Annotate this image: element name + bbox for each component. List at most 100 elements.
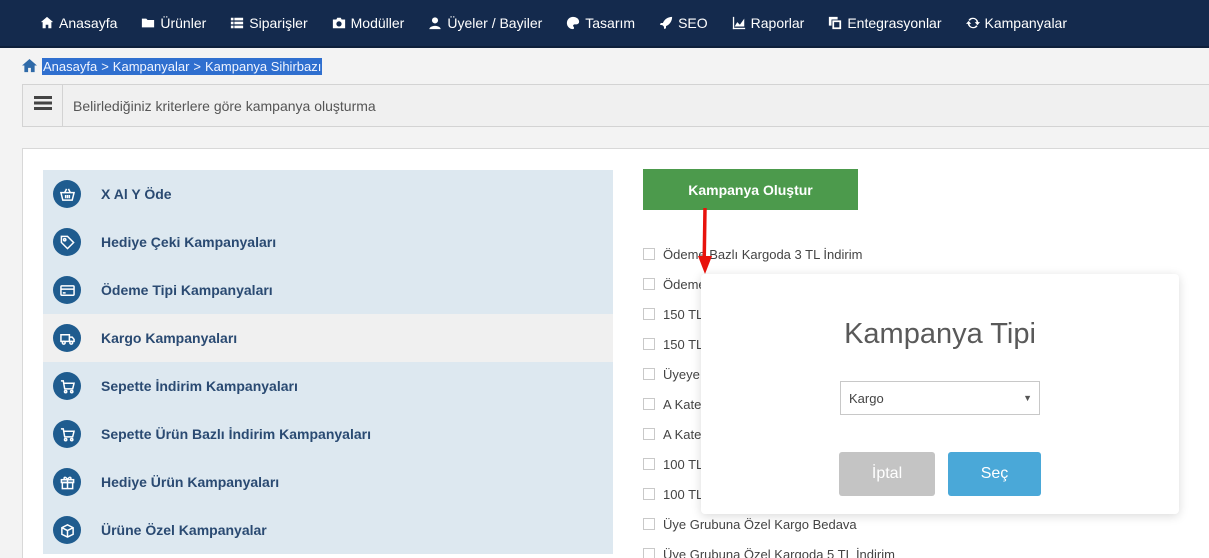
page-description: Belirlediğiniz kriterlere göre kampanya … [73,97,376,114]
nav-label: Anasayfa [59,15,118,31]
option-checkbox[interactable] [643,368,655,380]
campaign-type-select[interactable]: Kargo ▼ [840,381,1040,415]
nav-item-seo[interactable]: SEO [647,0,720,47]
folder-icon [141,16,155,30]
nav-item-kampanyalar[interactable]: Kampanyalar [954,0,1080,47]
nav-item-moduller[interactable]: Modüller [320,0,417,47]
basket-icon [53,180,81,208]
palette-icon [566,16,580,30]
campaign-type-sepette-urun-bazli[interactable]: Sepette Ürün Bazlı İndirim Kampanyaları [43,410,613,458]
campaign-option[interactable]: Üye Grubuna Özel Kargoda 5 TL İndirim [643,539,1203,558]
campaign-type-list: X Al Y Öde Hediye Çeki Kampanyaları Ödem… [43,170,613,554]
campaign-type-label: Hediye Çeki Kampanyaları [101,234,277,250]
credit-card-icon [53,276,81,304]
campaign-type-label: Ürüne Özel Kampanyalar [101,522,267,538]
box-icon [53,516,81,544]
nav-label: Üyeler / Bayiler [447,15,543,31]
refresh-icon [965,16,980,30]
option-label: Ödeme [663,276,706,292]
cancel-button[interactable]: İptal [839,452,935,496]
cart-icon [53,420,81,448]
nav-label: Tasarım [585,15,636,31]
chart-icon [732,16,746,30]
select-button[interactable]: Seç [948,452,1041,496]
nav-item-uyeler[interactable]: Üyeler / Bayiler [416,0,554,47]
breadcrumb-separator: > [190,57,204,75]
campaign-type-label: Sepette Ürün Bazlı İndirim Kampanyaları [101,426,371,442]
truck-icon [53,324,81,352]
select-value: Kargo [849,390,884,406]
breadcrumb: Anasayfa > Kampanyalar > Kampanya Sihirb… [22,57,323,75]
option-checkbox[interactable] [643,398,655,410]
campaign-type-label: X Al Y Öde [101,186,172,202]
option-label: Ödeme Bazlı Kargoda 3 TL İndirim [663,246,863,262]
caret-down-icon: ▼ [1023,393,1032,403]
option-checkbox[interactable] [643,488,655,500]
nav-item-entegrasyonlar[interactable]: Entegrasyonlar [816,0,953,47]
menu-toggle-button[interactable] [23,85,63,126]
list-icon [230,16,244,30]
option-checkbox[interactable] [643,548,655,558]
option-checkbox[interactable] [643,248,655,260]
create-campaign-button[interactable]: Kampanya Oluştur [643,169,858,210]
campaign-type-label: Ödeme Tipi Kampanyaları [101,282,273,298]
campaign-type-hediye-urun[interactable]: Hediye Ürün Kampanyaları [43,458,613,506]
option-label: A Kate [663,396,702,412]
option-label: 150 TL [663,336,704,352]
nav-item-raporlar[interactable]: Raporlar [720,0,817,47]
campaign-type-sepette-indirim[interactable]: Sepette İndirim Kampanyaları [43,362,613,410]
nav-label: Modüller [350,15,405,31]
nav-item-anasayfa[interactable]: Anasayfa [28,0,129,47]
campaign-type-label: Sepette İndirim Kampanyaları [101,378,298,394]
camera-icon [332,16,346,30]
campaign-type-x-al-y-ode[interactable]: X Al Y Öde [43,170,613,218]
breadcrumb-link-anasayfa[interactable]: Anasayfa [42,57,99,75]
campaign-type-label: Kargo Kampanyaları [101,330,238,346]
tag-icon [53,228,81,256]
modal-title: Kampanya Tipi [844,318,1036,350]
breadcrumb-link-kampanya-sihirbazi[interactable]: Kampanya Sihirbazı [204,57,323,75]
home-icon[interactable] [22,59,37,73]
home-icon [40,16,54,30]
option-checkbox[interactable] [643,518,655,530]
campaign-type-odeme-tipi[interactable]: Ödeme Tipi Kampanyaları [43,266,613,314]
option-label: 150 TL [663,306,704,322]
option-label: A Kate [663,426,702,442]
option-label: Üye Grubuna Özel Kargoda 5 TL İndirim [663,546,895,558]
option-checkbox[interactable] [643,278,655,290]
campaign-option[interactable]: Ödeme Bazlı Kargoda 3 TL İndirim [643,239,1203,269]
rocket-icon [659,16,673,30]
cart-icon [53,372,81,400]
breadcrumb-link-kampanyalar[interactable]: Kampanyalar [111,57,191,75]
breadcrumb-separator: > [98,57,112,75]
user-icon [428,16,442,30]
nav-item-tasarim[interactable]: Tasarım [554,0,647,47]
option-checkbox[interactable] [643,458,655,470]
option-label: Üyeye [663,366,700,382]
nav-label: Raporlar [750,15,805,31]
hamburger-icon [33,96,52,115]
top-navigation: Anasayfa Ürünler Siparişler Modüller Üye… [0,0,1209,48]
nav-item-siparisler[interactable]: Siparişler [218,0,319,47]
nav-label: Kampanyalar [984,15,1068,31]
option-checkbox[interactable] [643,428,655,440]
option-checkbox[interactable] [643,338,655,350]
campaign-type-kargo[interactable]: Kargo Kampanyaları [43,314,613,362]
campaign-type-label: Hediye Ürün Kampanyaları [101,474,280,490]
campaign-type-modal: Kampanya Tipi Kargo ▼ İptal Seç [701,274,1179,514]
campaign-type-urune-ozel[interactable]: Ürüne Özel Kampanyalar [43,506,613,554]
description-bar: Belirlediğiniz kriterlere göre kampanya … [22,84,1209,127]
nav-label: SEO [678,15,708,31]
nav-label: Ürünler [160,15,207,31]
option-label: Üye Grubuna Özel Kargo Bedava [663,516,857,532]
clone-icon [828,16,842,30]
option-checkbox[interactable] [643,308,655,320]
nav-label: Entegrasyonlar [847,15,942,31]
nav-item-urunler[interactable]: Ürünler [129,0,218,47]
campaign-type-hediye-ceki[interactable]: Hediye Çeki Kampanyaları [43,218,613,266]
nav-label: Siparişler [249,15,308,31]
option-label: 100 TL [663,486,704,502]
option-label: 100 TL [663,456,704,472]
gift-icon [53,468,81,496]
annotation-arrow-icon [698,208,712,274]
